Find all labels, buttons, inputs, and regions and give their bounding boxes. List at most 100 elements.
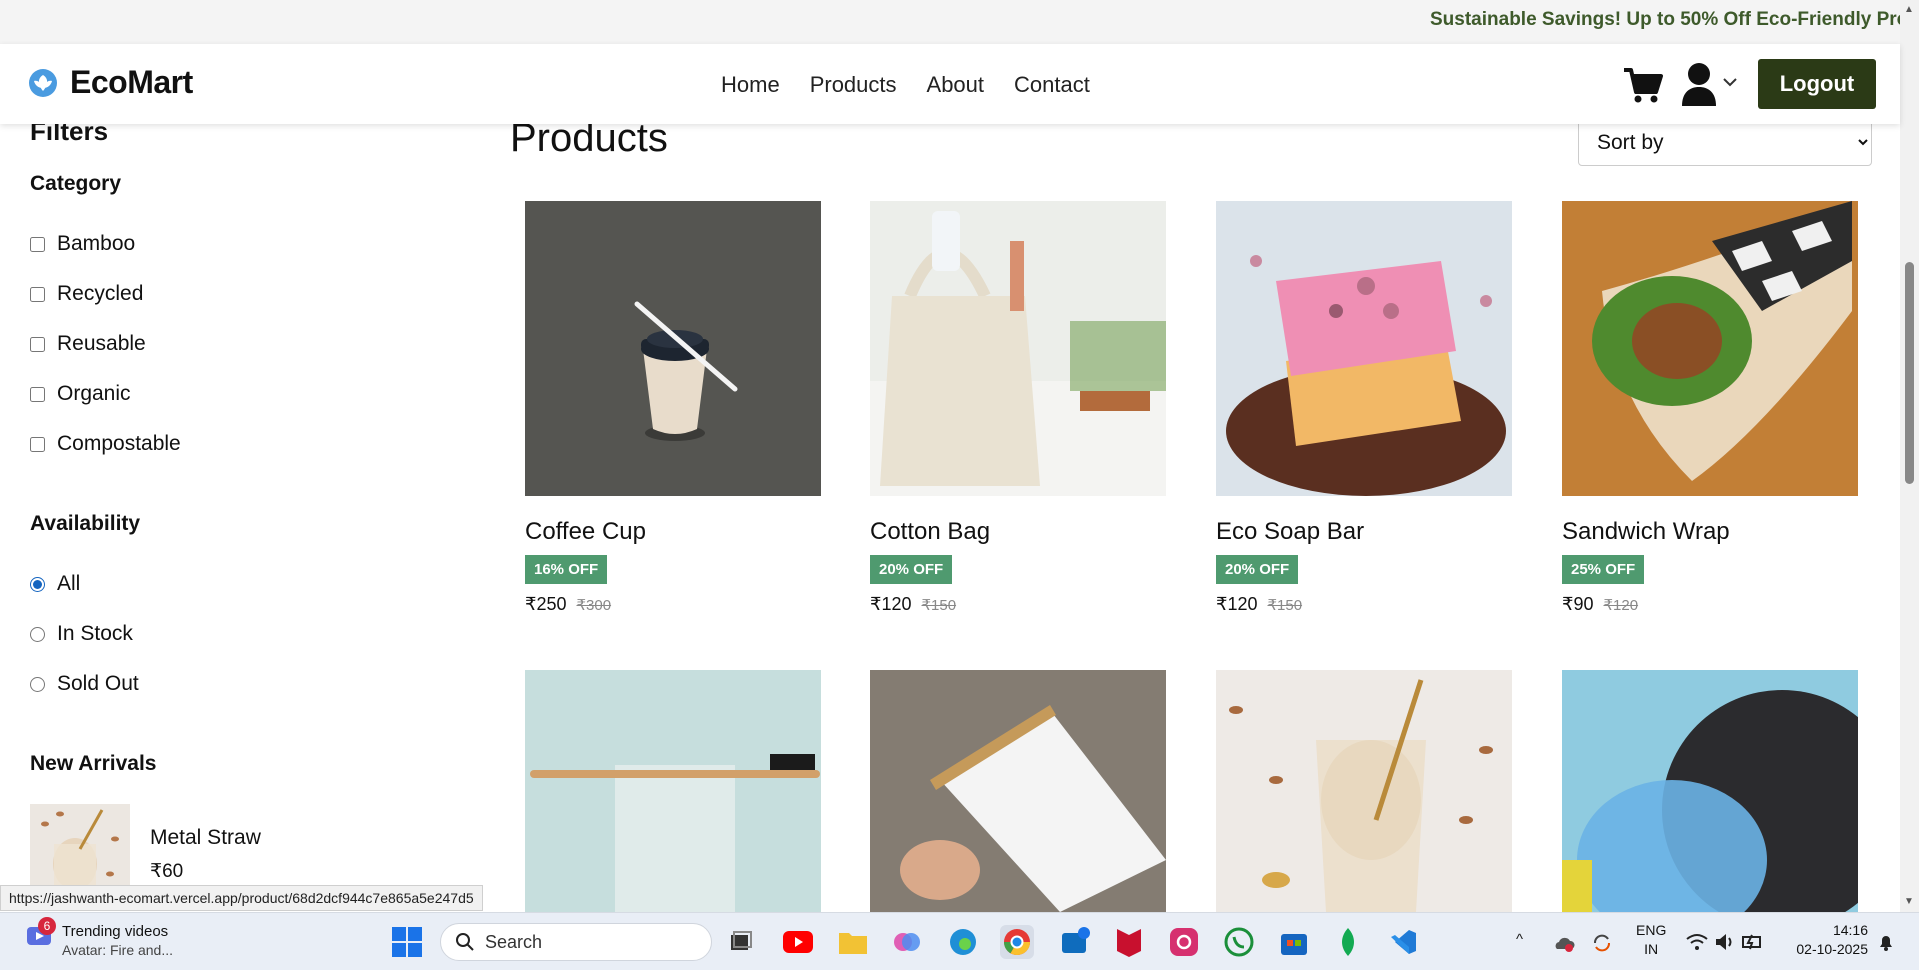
product-name: Sandwich Wrap xyxy=(1562,518,1730,545)
sync-icon[interactable] xyxy=(1591,932,1613,954)
discount-badge: 20% OFF xyxy=(870,555,953,584)
nav-products[interactable]: Products xyxy=(810,72,897,98)
product-name: Eco Soap Bar xyxy=(1216,518,1365,545)
onedrive-icon[interactable] xyxy=(1553,933,1575,953)
task-view-icon[interactable] xyxy=(724,925,758,959)
file-explorer-icon[interactable] xyxy=(836,925,870,959)
chrome-icon[interactable] xyxy=(1000,925,1034,959)
whatsapp-icon[interactable] xyxy=(1222,925,1256,959)
nav-home[interactable]: Home xyxy=(721,72,780,98)
bamboo-toothbrush-image-icon xyxy=(525,670,821,912)
outlook-icon[interactable] xyxy=(1058,925,1092,959)
category-label: Bamboo xyxy=(57,232,136,255)
product-old-price: ₹300 xyxy=(576,597,612,614)
language-indicator[interactable]: ENG IN xyxy=(1636,921,1666,959)
category-option-organic[interactable]: Organic xyxy=(30,382,131,406)
nav-about[interactable]: About xyxy=(927,72,985,98)
smoothie-image-icon xyxy=(30,804,130,890)
status-url-tooltip: https://jashwanth-ecomart.vercel.app/pro… xyxy=(0,885,483,911)
youtube-icon[interactable] xyxy=(781,925,815,959)
battery-charging-icon[interactable] xyxy=(1742,933,1764,951)
product-prices: ₹90 ₹120 xyxy=(1562,594,1858,615)
product-card[interactable]: Coffee Cup 16% OFF ₹250 ₹300 xyxy=(525,201,821,615)
mcafee-icon[interactable] xyxy=(1112,925,1146,959)
availability-radio[interactable] xyxy=(30,576,45,592)
mongodb-compass-icon[interactable] xyxy=(1331,925,1365,959)
user-account-icon[interactable] xyxy=(1680,62,1718,106)
product-card[interactable]: Cotton Bag 20% OFF ₹120 ₹150 xyxy=(870,201,1166,615)
announcement-bar: Sustainable Savings! Up to 50% Off Eco-F… xyxy=(0,0,1900,44)
nav-contact[interactable]: Contact xyxy=(1014,72,1090,98)
availability-label: All xyxy=(57,572,81,595)
product-price: ₹120 xyxy=(870,594,912,614)
availability-option-in-stock[interactable]: In Stock xyxy=(30,622,133,646)
product-card[interactable] xyxy=(870,670,1166,912)
category-checkbox[interactable] xyxy=(30,386,45,402)
product-prices: ₹250 ₹300 xyxy=(525,594,821,615)
widget-badge: 6 xyxy=(38,917,56,935)
product-price: ₹90 xyxy=(1562,594,1594,614)
availability-option-all[interactable]: All xyxy=(30,572,80,596)
scroll-thumb[interactable] xyxy=(1905,262,1914,484)
product-image xyxy=(870,201,1166,496)
notification-bell-icon[interactable] xyxy=(1876,933,1896,953)
system-clock[interactable]: 14:16 02-10-2025 xyxy=(1788,921,1868,959)
discount-badge: 16% OFF xyxy=(525,555,608,584)
availability-radio[interactable] xyxy=(30,676,45,692)
product-card[interactable] xyxy=(1562,670,1858,912)
product-card[interactable]: Eco Soap Bar 20% OFF ₹120 ₹150 xyxy=(1216,201,1512,615)
product-image xyxy=(525,201,821,496)
language-code: ENG xyxy=(1636,922,1667,938)
page-scrollbar[interactable]: ▲ ▼ xyxy=(1900,0,1919,912)
search-icon xyxy=(456,933,474,951)
discount-badge: 25% OFF xyxy=(1562,555,1645,584)
new-arrival-item[interactable]: Metal Straw ₹60 xyxy=(30,804,261,890)
product-card[interactable] xyxy=(525,670,821,912)
garbage-bag-image-icon xyxy=(1562,670,1858,912)
copilot-icon[interactable] xyxy=(890,925,924,959)
windows-start-icon[interactable] xyxy=(392,927,422,957)
availability-radio[interactable] xyxy=(30,626,45,642)
vscode-icon[interactable] xyxy=(1386,925,1420,959)
category-checkbox[interactable] xyxy=(30,236,45,252)
chevron-down-icon[interactable] xyxy=(1722,76,1738,88)
news-widget[interactable]: 6 Trending videos Avatar: Fire and... xyxy=(26,917,173,958)
category-label: Compostable xyxy=(57,432,181,455)
category-option-bamboo[interactable]: Bamboo xyxy=(30,232,135,256)
edge-icon[interactable] xyxy=(946,925,980,959)
brand-name: EcoMart xyxy=(70,64,193,100)
availability-label: In Stock xyxy=(57,622,133,645)
logout-button[interactable]: Logout xyxy=(1758,59,1876,109)
category-checkbox[interactable] xyxy=(30,336,45,352)
clock-date: 02-10-2025 xyxy=(1796,941,1868,957)
availability-title: Availability xyxy=(30,512,141,535)
product-image xyxy=(1216,201,1512,496)
wifi-icon[interactable] xyxy=(1686,933,1708,951)
brand-logo[interactable]: EcoMart xyxy=(28,64,193,101)
product-name: Cotton Bag xyxy=(870,518,991,545)
instagram-icon[interactable] xyxy=(1167,925,1201,959)
language-region: IN xyxy=(1644,941,1659,957)
microsoft-store-icon[interactable] xyxy=(1277,925,1311,959)
widget-title: Trending videos xyxy=(62,923,169,940)
sort-select[interactable]: Sort by xyxy=(1578,118,1872,166)
cart-icon[interactable] xyxy=(1622,64,1664,106)
taskbar-search[interactable]: Search xyxy=(440,923,712,961)
scroll-down-icon[interactable]: ▼ xyxy=(1904,896,1914,907)
scroll-up-icon[interactable]: ▲ xyxy=(1904,4,1914,15)
product-card[interactable]: Sandwich Wrap 25% OFF ₹90 ₹120 xyxy=(1562,201,1858,615)
category-label: Recycled xyxy=(57,282,144,305)
category-checkbox[interactable] xyxy=(30,436,45,452)
category-option-compostable[interactable]: Compostable xyxy=(30,432,181,456)
product-prices: ₹120 ₹150 xyxy=(870,594,1166,615)
soap-bar-image-icon xyxy=(1216,201,1512,496)
taskbar-search-label: Search xyxy=(485,931,543,952)
category-checkbox[interactable] xyxy=(30,286,45,302)
availability-option-sold-out[interactable]: Sold Out xyxy=(30,672,139,696)
category-option-reusable[interactable]: Reusable xyxy=(30,332,146,356)
volume-icon[interactable] xyxy=(1714,933,1736,951)
tray-chevron-up-icon[interactable]: ^ xyxy=(1516,931,1523,948)
category-label: Reusable xyxy=(57,332,146,355)
category-option-recycled[interactable]: Recycled xyxy=(30,282,143,306)
product-card[interactable] xyxy=(1216,670,1512,912)
